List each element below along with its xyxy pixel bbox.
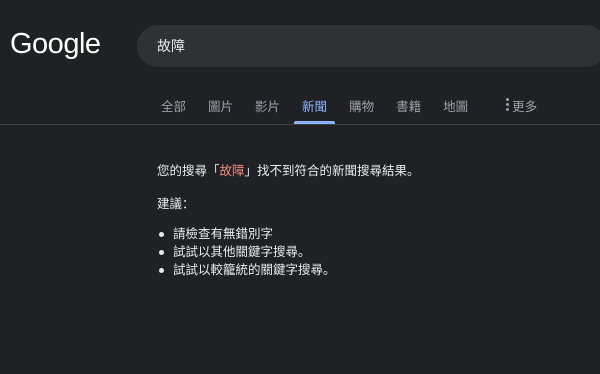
tab-all[interactable]: 全部 xyxy=(157,86,190,124)
tab-more[interactable]: 更多 xyxy=(502,86,541,124)
suggestion-text: 試試以較籠統的關鍵字搜尋。 xyxy=(173,262,336,277)
no-results-message: 您的搜尋「故障」找不到符合的新聞搜尋結果。 xyxy=(157,162,577,180)
bullet-icon xyxy=(159,250,164,255)
tab-books[interactable]: 書籍 xyxy=(392,86,425,124)
tab-images[interactable]: 圖片 xyxy=(204,86,237,124)
search-input[interactable] xyxy=(157,25,557,67)
tab-shopping[interactable]: 購物 xyxy=(345,86,378,124)
suggestions-title: 建議： xyxy=(157,196,195,211)
list-item: 試試以較籠統的關鍵字搜尋。 xyxy=(157,261,577,279)
no-results-panel: 您的搜尋「故障」找不到符合的新聞搜尋結果。 建議： 請檢查有無錯別字 試試以其他… xyxy=(157,162,577,279)
search-tabs: 全部 圖片 影片 新聞 購物 書籍 地圖 更多 xyxy=(157,86,555,124)
suggestion-text: 請檢查有無錯別字 xyxy=(173,226,274,241)
tab-videos[interactable]: 影片 xyxy=(251,86,284,124)
more-vert-icon xyxy=(506,96,510,124)
tab-news[interactable]: 新聞 xyxy=(294,86,336,124)
no-results-query: 故障 xyxy=(219,163,245,178)
header-divider xyxy=(0,124,600,125)
search-box[interactable] xyxy=(137,25,600,67)
no-results-prefix: 您的搜尋「 xyxy=(157,163,220,178)
tab-more-label: 更多 xyxy=(512,99,538,114)
tab-maps[interactable]: 地圖 xyxy=(439,86,472,124)
bullet-icon xyxy=(159,268,164,273)
suggestions-list: 請檢查有無錯別字 試試以其他關鍵字搜尋。 試試以較籠統的關鍵字搜尋。 xyxy=(157,225,577,279)
suggestion-text: 試試以其他關鍵字搜尋。 xyxy=(173,244,311,259)
bullet-icon xyxy=(159,232,164,237)
search-results-page: Google 全部 圖片 影片 新聞 購物 書籍 地圖 更多 您的搜尋「故障」找… xyxy=(0,0,600,374)
google-logo[interactable]: Google xyxy=(10,28,101,61)
list-item: 試試以其他關鍵字搜尋。 xyxy=(157,243,577,261)
no-results-suffix: 」找不到符合的新聞搜尋結果。 xyxy=(244,163,420,178)
list-item: 請檢查有無錯別字 xyxy=(157,225,577,243)
